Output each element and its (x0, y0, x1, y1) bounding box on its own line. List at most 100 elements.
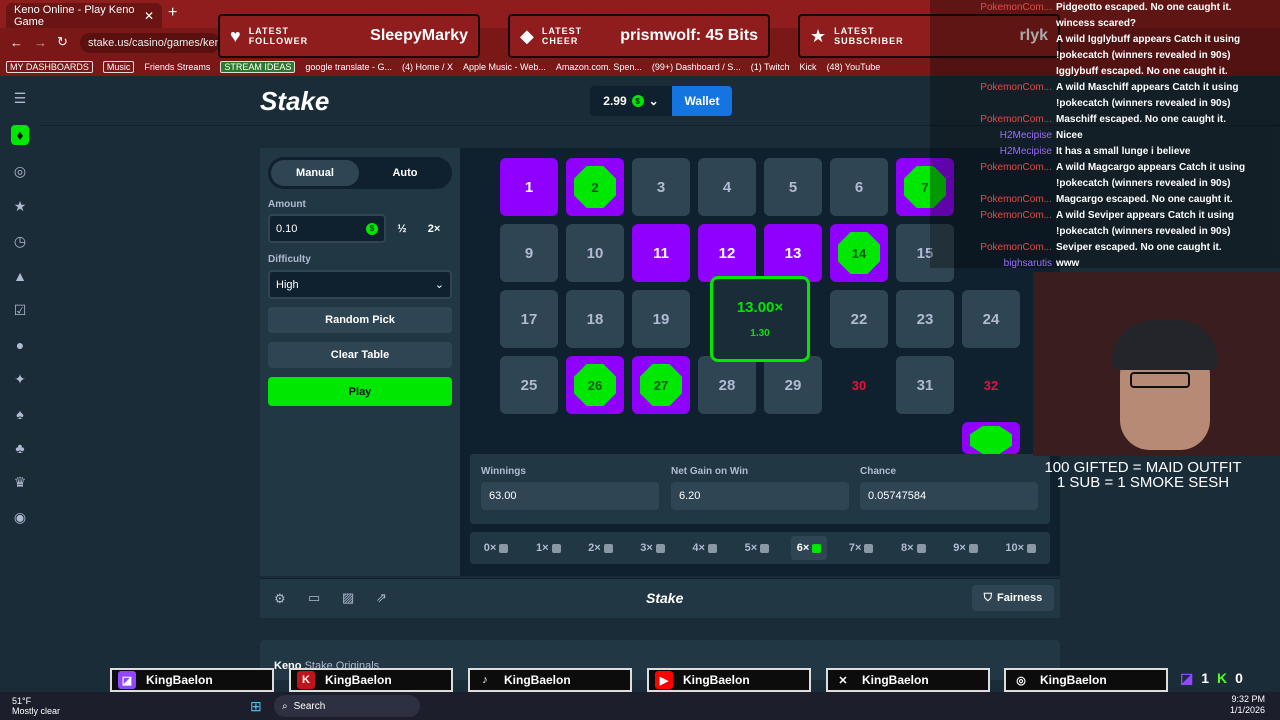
keno-tile[interactable]: 13 (764, 224, 822, 282)
keno-tile[interactable]: 5 (764, 158, 822, 216)
keno-tile[interactable]: 25 (500, 356, 558, 414)
originals-icon[interactable]: ● (16, 337, 24, 353)
chat-username[interactable]: PokemonCom... (934, 192, 1052, 208)
keno-tile[interactable]: 28 (698, 356, 756, 414)
popout-icon[interactable]: ⇗ (376, 590, 387, 606)
keno-tile[interactable]: 26 (566, 356, 624, 414)
keno-tile[interactable]: 11 (632, 224, 690, 282)
balance-selector[interactable]: 2.99 $ ⌄ (590, 86, 672, 116)
keno-tile[interactable]: 9 (500, 224, 558, 282)
keno-tile[interactable]: 14 (830, 224, 888, 282)
url-field[interactable]: stake.us/casino/games/keno (80, 33, 227, 53)
keno-tile[interactable]: 1 (500, 158, 558, 216)
half-bet-button[interactable]: ½ (388, 216, 416, 241)
manual-tab[interactable]: Manual (271, 160, 359, 186)
random-pick-button[interactable]: Random Pick (268, 307, 452, 333)
keno-tile[interactable]: 4 (698, 158, 756, 216)
chat-username[interactable]: H2Mecipise (934, 128, 1052, 144)
keno-tile[interactable]: 10 (566, 224, 624, 282)
bookmark-item[interactable]: MY DASHBOARDS (6, 61, 93, 73)
slots-icon[interactable]: ♠ (16, 406, 23, 422)
taskbar-search[interactable]: ⌕ Search (274, 695, 420, 717)
system-clock[interactable]: 9:32 PM 1/1/2026 (1230, 694, 1265, 716)
theatre-icon[interactable]: ▭ (308, 590, 320, 606)
keno-tile[interactable]: 31 (896, 356, 954, 414)
keno-tile[interactable]: 17 (500, 290, 558, 348)
bookmark-item[interactable]: Kick (800, 62, 817, 72)
keno-tile[interactable]: 3 (632, 158, 690, 216)
keno-tile[interactable]: 29 (764, 356, 822, 414)
chat-username[interactable] (934, 48, 1052, 64)
promotions-icon[interactable]: ✦ (14, 371, 26, 388)
keno-tile[interactable]: 6 (830, 158, 888, 216)
chat-username[interactable]: PokemonCom... (934, 208, 1052, 224)
payout-chip[interactable]: 2× (582, 536, 619, 560)
payout-chip[interactable]: 0× (478, 536, 515, 560)
chat-username[interactable]: PokemonCom... (934, 80, 1052, 96)
bookmark-item[interactable]: google translate - G... (305, 62, 392, 72)
payout-chip[interactable]: 9× (947, 536, 984, 560)
chat-username[interactable]: PokemonCom... (934, 112, 1052, 128)
keno-tile[interactable]: 22 (830, 290, 888, 348)
payout-chip[interactable]: 5× (739, 536, 776, 560)
bookmark-item[interactable]: (1) Twitch (751, 62, 790, 72)
chat-username[interactable] (934, 16, 1052, 32)
play-button[interactable]: Play (268, 377, 452, 406)
keno-tile[interactable]: 32 (962, 356, 1020, 414)
keno-tile[interactable] (962, 422, 1020, 454)
double-bet-button[interactable]: 2× (420, 216, 448, 241)
difficulty-select[interactable]: High ⌄ (268, 270, 452, 299)
clear-table-button[interactable]: Clear Table (268, 342, 452, 368)
chat-username[interactable]: bighsarutis (934, 256, 1052, 268)
sports-icon[interactable]: ◎ (14, 163, 26, 180)
support-icon[interactable]: ◉ (14, 509, 26, 526)
keno-tile[interactable]: 27 (632, 356, 690, 414)
keno-tile[interactable]: 2 (566, 158, 624, 216)
keno-tile[interactable]: 30 (830, 356, 888, 414)
chat-username[interactable]: PokemonCom... (934, 240, 1052, 256)
bookmark-item[interactable]: Amazon.com. Spen... (556, 62, 642, 72)
keno-tile[interactable]: 24 (962, 290, 1020, 348)
chat-username[interactable] (934, 224, 1052, 240)
payout-chip[interactable]: 10× (999, 536, 1042, 560)
close-tab-icon[interactable]: ✕ (144, 9, 154, 23)
challenges-icon[interactable]: ▲ (13, 268, 27, 284)
bookmark-item[interactable]: (48) YouTube (827, 62, 881, 72)
payout-chip[interactable]: 1× (530, 536, 567, 560)
keno-tile[interactable]: 12 (698, 224, 756, 282)
stats-icon[interactable]: ▨ (342, 590, 354, 606)
new-tab-icon[interactable]: + (168, 4, 177, 22)
weather-widget[interactable]: 51°F Mostly clear (12, 696, 60, 716)
payout-chip[interactable]: 8× (895, 536, 932, 560)
bets-icon[interactable]: ☑ (14, 302, 27, 319)
menu-icon[interactable]: ☰ (14, 90, 27, 107)
start-icon[interactable]: ⊞ (250, 698, 262, 715)
bookmark-item[interactable]: (99+) Dashboard / S... (652, 62, 741, 72)
keno-tile[interactable]: 18 (566, 290, 624, 348)
bookmark-item[interactable]: STREAM IDEAS (220, 61, 296, 73)
forward-icon[interactable]: → (34, 35, 47, 50)
chat-username[interactable] (934, 96, 1052, 112)
bookmark-item[interactable]: Music (102, 61, 135, 73)
wallet-button[interactable]: Wallet (672, 86, 732, 116)
keno-tile[interactable]: 23 (896, 290, 954, 348)
fairness-button[interactable]: ⛉ Fairness (972, 585, 1054, 611)
chat-username[interactable] (934, 176, 1052, 192)
bookmark-item[interactable]: (4) Home / X (402, 62, 453, 72)
chat-username[interactable] (934, 64, 1052, 80)
payout-chip-active[interactable]: 6× (790, 536, 828, 560)
settings-icon[interactable]: ⚙ (274, 591, 286, 607)
recent-icon[interactable]: ◷ (14, 233, 26, 250)
bookmark-item[interactable]: Apple Music - Web... (463, 62, 546, 72)
keno-tile[interactable]: 19 (632, 290, 690, 348)
auto-tab[interactable]: Auto (361, 160, 449, 186)
payout-chip[interactable]: 3× (634, 536, 671, 560)
payout-chip[interactable]: 7× (843, 536, 880, 560)
chat-username[interactable]: PokemonCom... (934, 0, 1052, 16)
stake-logo[interactable]: Stake (260, 86, 329, 117)
vip-icon[interactable]: ♛ (14, 474, 27, 491)
back-icon[interactable]: ← (10, 35, 23, 50)
browser-tab[interactable]: Keno Online - Play Keno Game ✕ (6, 3, 162, 28)
chat-username[interactable] (934, 32, 1052, 48)
chat-username[interactable]: H2Mecipise (934, 144, 1052, 160)
